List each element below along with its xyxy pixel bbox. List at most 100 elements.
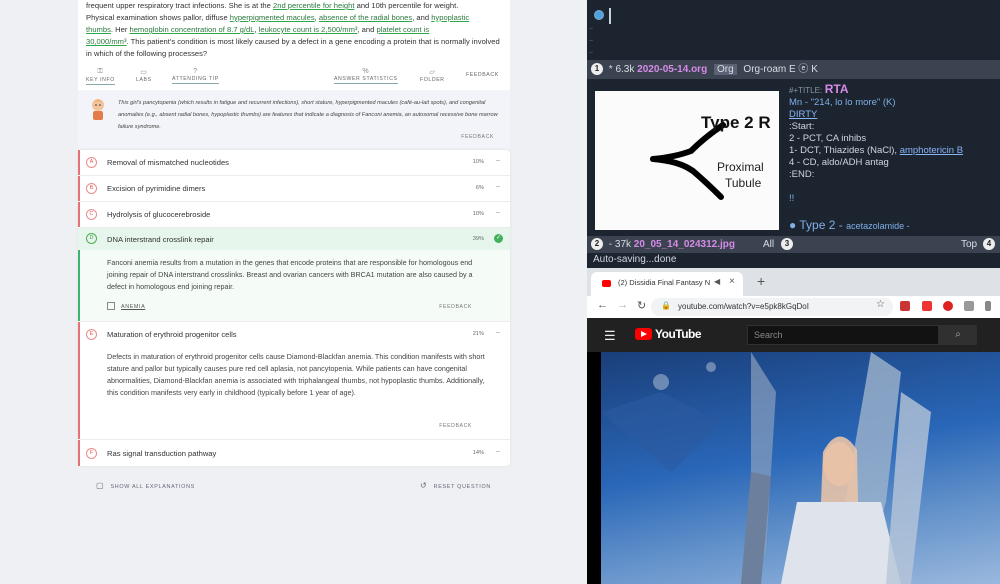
highlight-term[interactable]: hyperpigmented macules [230, 13, 315, 22]
comment-icon: ▢ [96, 481, 105, 490]
extension-icon[interactable] [922, 301, 932, 311]
new-tab-button[interactable]: + [757, 273, 765, 289]
question-stem-card: frequent upper respiratory tract infecti… [78, 0, 510, 148]
extension-icon[interactable] [900, 301, 910, 311]
youtube-logo-icon[interactable] [635, 328, 652, 340]
choice-feedback-button[interactable]: FEEDBACK [439, 423, 472, 429]
buffer-size: * 6.3k [608, 64, 635, 75]
choice-letter: F [86, 448, 97, 459]
labs-button[interactable]: ▭ LABS [136, 68, 152, 83]
choice-e[interactable]: E Maturation of erythroid progenitor cel… [78, 322, 510, 439]
choice-text: DNA interstrand crosslink repair [107, 235, 214, 244]
choice-letter: B [86, 183, 97, 194]
choice-status-icon: – [496, 183, 500, 190]
attending-tip-button[interactable]: ? ATTENDING TIP [172, 68, 219, 84]
choice-explanation: Fanconi anemia results from a mutation i… [107, 258, 473, 291]
clipboard-icon: ▭ [140, 69, 148, 76]
org-drawer: :END: [789, 169, 815, 180]
choice-status-icon: – [496, 209, 500, 216]
choice-c[interactable]: C Hydrolysis of glucocerebroside 10% – [78, 202, 510, 227]
org-heading: ● Type 2 - acetazolamide - [789, 218, 910, 232]
emacs-window: ~ ~ ~ 1 * 6.3k 2020-05-14.org Org Org-ro… [587, 0, 1000, 268]
empty-line-marker: ~ [589, 50, 594, 57]
folder-icon: ▱ [429, 69, 436, 76]
empty-line-marker: ~ [589, 26, 594, 33]
show-all-explanations-button[interactable]: ▢ SHOW ALL EXPLANATIONS [96, 481, 195, 490]
tab-youtube[interactable]: (2) Dissidia Final Fantasy NT ◀ × [591, 272, 743, 296]
choice-b[interactable]: B Excision of pyrimidine dimers 6% – [78, 176, 510, 201]
choice-text: Hydrolysis of glucocerebroside [107, 210, 211, 219]
reset-icon: ↺ [420, 481, 428, 490]
choice-a[interactable]: A Removal of mismatched nucleotides 10% … [78, 150, 510, 175]
stats-icon: % [362, 68, 370, 75]
menu-icon[interactable]: ☰ [604, 328, 616, 344]
window-number: 3 [781, 238, 793, 250]
answer-choices: A Removal of mismatched nucleotides 10% … [78, 150, 510, 466]
folder-button[interactable]: ▱ FOLDER [420, 68, 445, 83]
question-toolbar: ⚿ KEY INFO ▭ LABS ? ATTENDING TIP % ANSW… [78, 66, 510, 88]
major-mode: Org [713, 64, 737, 75]
emacs-top-buffer[interactable]: ~ ~ ~ [587, 0, 1000, 60]
highlight-term[interactable]: hypoplastic [431, 13, 469, 22]
choice-letter: E [86, 329, 97, 340]
minor-modes: Org-roam E ⓔ K [743, 64, 818, 75]
youtube-favicon-icon [602, 280, 611, 287]
answer-statistics-button[interactable]: % ANSWER STATISTICS [334, 68, 398, 84]
org-link[interactable]: DIRTY [789, 109, 817, 121]
org-link[interactable]: amphotericin B [900, 145, 963, 156]
org-drawer: :Start: [789, 121, 815, 132]
incorrect-bar [78, 322, 80, 439]
image-text: Tubule [725, 176, 762, 190]
major-mode: All [763, 239, 775, 250]
address-bar[interactable]: 🔒 youtube.com/watch?v=e5pk8kGqDoI [651, 298, 893, 316]
speaker-icon[interactable]: ◀ [714, 277, 720, 286]
minibuffer: Auto-saving...done [587, 253, 1000, 268]
highlight-term[interactable]: 2nd percentile for height [273, 1, 354, 10]
key-info-button[interactable]: ⚿ KEY INFO [86, 68, 115, 85]
choice-letter: D [86, 233, 97, 244]
choice-feedback-button[interactable]: FEEDBACK [439, 304, 472, 310]
text-cursor [609, 8, 611, 24]
choice-f[interactable]: F Ras signal transduction pathway 14% – [78, 440, 510, 466]
buffer-size: - 37k [608, 239, 632, 250]
buffer-name: 20_05_14_024312.jpg [633, 239, 735, 250]
browser-window: (2) Dissidia Final Fantasy NT ◀ × + ← → … [587, 268, 1000, 584]
reload-button[interactable]: ↻ [637, 299, 646, 312]
choice-d[interactable]: D DNA interstrand crosslink repair 39% ✓… [78, 228, 510, 321]
youtube-wordmark[interactable]: YouTube [655, 327, 702, 341]
highlight-term[interactable]: hemoglobin concentration of 8.7 g/dL [129, 25, 254, 34]
choice-percent: 14% [472, 450, 484, 456]
choice-status-icon: – [496, 329, 500, 336]
tip-feedback-button[interactable]: FEEDBACK [461, 134, 494, 140]
extension-icon[interactable] [943, 301, 953, 311]
choice-letter: C [86, 209, 97, 220]
learning-card-link[interactable]: ANEMIA [121, 304, 145, 310]
extension-icon[interactable] [964, 301, 974, 311]
highlight-term[interactable]: 30,000/mm³ [86, 37, 127, 46]
bookmark-star-icon[interactable]: ☆ [876, 299, 885, 310]
url-text: youtube.com/watch?v=e5pk8kGqDoI [678, 302, 809, 311]
youtube-search-input[interactable]: Search [747, 325, 939, 345]
highlight-term[interactable]: leukocyte count is 2,500/mm³ [259, 25, 358, 34]
tab-bar: (2) Dissidia Final Fantasy NT ◀ × + [587, 268, 1000, 296]
org-line: Mn - "214, lo lo more" (K) [789, 97, 896, 108]
search-icon[interactable]: ⌕ [939, 325, 977, 345]
org-buffer[interactable]: #+TITLE: RTA Mn - "214, lo lo more" (K) … [783, 79, 1000, 236]
back-button[interactable]: ← [597, 299, 608, 311]
reset-question-button[interactable]: ↺ RESET QUESTION [420, 481, 491, 490]
tab-title: (2) Dissidia Final Fantasy NT [618, 278, 710, 287]
youtube-page: ☰ YouTube Search ⌕ [587, 318, 1000, 584]
youtube-header: ☰ YouTube Search ⌕ [587, 318, 1000, 352]
heading-bullet-icon: ● [789, 218, 797, 232]
forward-button[interactable]: → [617, 299, 628, 311]
microphone-icon[interactable] [985, 301, 991, 311]
feedback-button[interactable]: FEEDBACK [466, 72, 499, 78]
highlight-term[interactable]: platelet count is [376, 25, 429, 34]
video-player[interactable] [601, 352, 1000, 584]
desktop: frequent upper respiratory tract infecti… [0, 0, 1000, 584]
highlight-term[interactable]: absence of the radial bones [319, 13, 412, 22]
close-tab-icon[interactable]: × [729, 276, 735, 287]
choice-text: Ras signal transduction pathway [107, 449, 217, 458]
video-frame-icon [601, 352, 931, 584]
highlight-term[interactable]: thumbs [86, 25, 111, 34]
